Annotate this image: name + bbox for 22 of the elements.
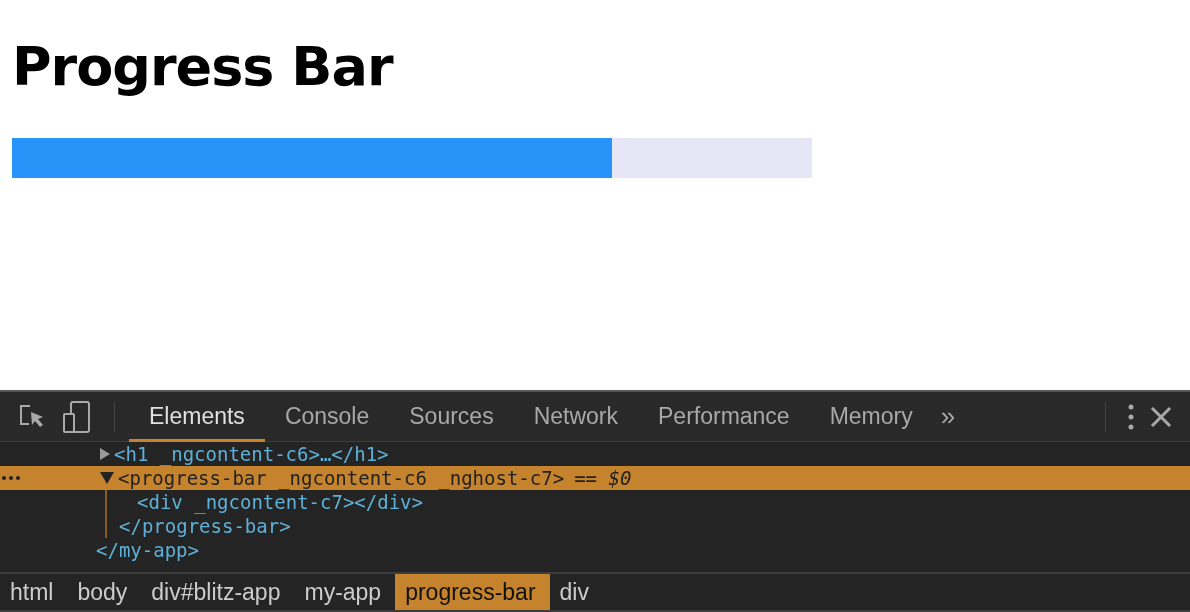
- breadcrumb[interactable]: progress-bar: [395, 574, 550, 610]
- devtools-tab[interactable]: Elements: [129, 391, 265, 442]
- selected-node-marker: == $0: [574, 466, 632, 490]
- devtools-tab[interactable]: Performance: [638, 391, 810, 442]
- dom-node-markup: <h1 _ngcontent-c6>…</h1>: [114, 442, 389, 466]
- devtools-tab[interactable]: Sources: [389, 391, 514, 442]
- devtools-tab[interactable]: Network: [513, 391, 638, 442]
- breadcrumb[interactable]: my-app: [294, 574, 396, 610]
- page-title: Progress Bar: [12, 40, 395, 94]
- breadcrumb[interactable]: html: [0, 574, 68, 610]
- more-icon[interactable]: [2, 476, 20, 480]
- expand-arrow-icon[interactable]: [100, 472, 114, 484]
- breadcrumb[interactable]: body: [67, 574, 142, 610]
- devtools-tab[interactable]: Memory: [809, 391, 933, 442]
- dom-node-markup: <progress-bar _ngcontent-c6 _nghost-c7>: [118, 466, 565, 490]
- breadcrumb[interactable]: div#blitz-app: [141, 574, 295, 610]
- dom-node-markup: <div _ngcontent-c7></div>: [137, 490, 423, 514]
- devtools-tab[interactable]: Console: [264, 391, 390, 442]
- more-tabs-button[interactable]: »: [932, 397, 964, 436]
- dom-node-markup: </progress-bar>: [119, 514, 291, 538]
- breadcrumb[interactable]: div: [549, 574, 603, 610]
- dom-node-markup: </my-app>: [96, 538, 199, 562]
